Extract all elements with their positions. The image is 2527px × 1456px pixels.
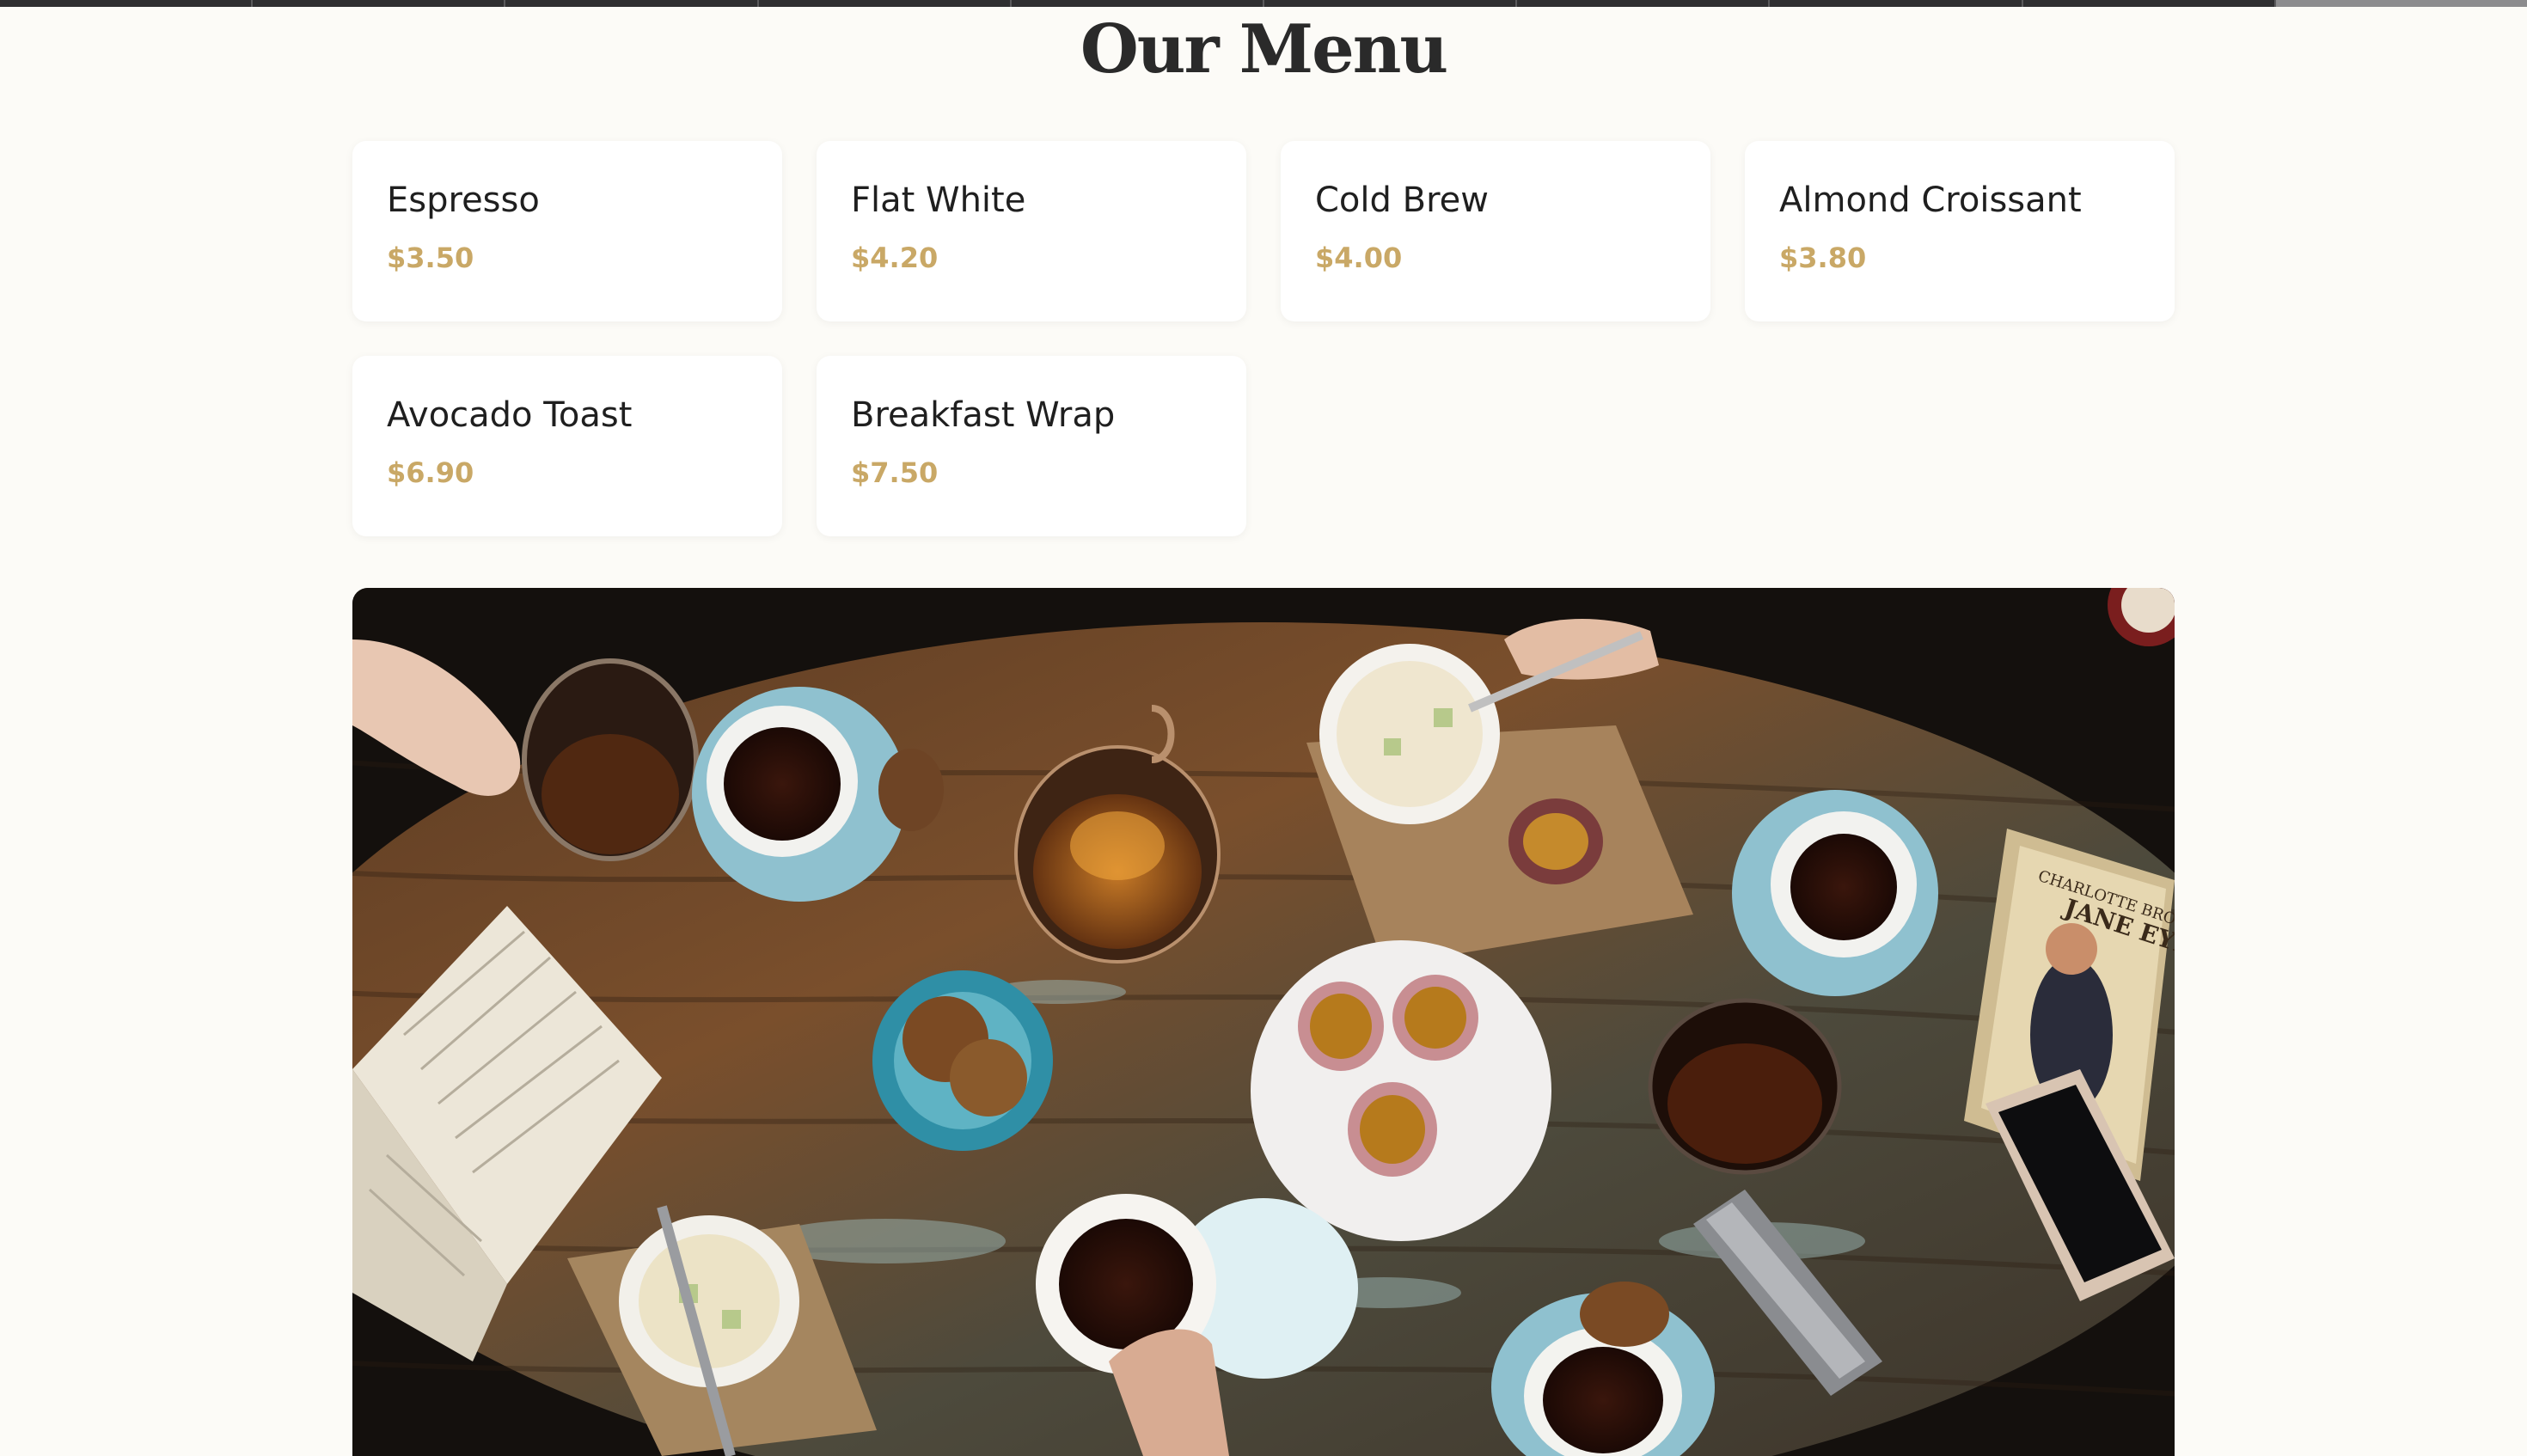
menu-item-price: $3.80 — [1779, 242, 1867, 274]
cookie-bowl — [872, 970, 1053, 1151]
menu-item-price: $7.50 — [851, 456, 939, 489]
tab-segment[interactable] — [1517, 0, 1771, 7]
glass-carafe — [522, 658, 699, 861]
passion-fruit-plate — [1251, 940, 1551, 1241]
tab-segment[interactable] — [505, 0, 759, 7]
tab-segment[interactable] — [1012, 0, 1265, 7]
menu-card-espresso[interactable]: Espresso $3.50 — [352, 141, 782, 321]
menu-grid: Espresso $3.50 Flat White $4.20 Cold Bre… — [352, 141, 2175, 536]
menu-item-price: $6.90 — [387, 456, 474, 489]
menu-item-name: Avocado Toast — [387, 395, 633, 435]
tea-pot — [1648, 998, 1842, 1175]
menu-item-name: Almond Croissant — [1779, 180, 2082, 220]
page-title: Our Menu — [1080, 10, 1448, 89]
tab-segment[interactable] — [759, 0, 1012, 7]
menu-item-price: $4.00 — [1315, 242, 1403, 274]
menu-card-avocado-toast[interactable]: Avocado Toast $6.90 — [352, 356, 782, 536]
menu-item-name: Flat White — [851, 180, 1026, 220]
menu-item-name: Cold Brew — [1315, 180, 1489, 220]
menu-item-price: $4.20 — [851, 242, 939, 274]
menu-item-price: $3.50 — [387, 242, 474, 274]
menu-card-breakfast-wrap[interactable]: Breakfast Wrap $7.50 — [817, 356, 1246, 536]
tab-segment[interactable] — [1770, 0, 2023, 7]
tab-segment[interactable] — [1264, 0, 1518, 7]
menu-card-almond-croissant[interactable]: Almond Croissant $3.80 — [1745, 141, 2175, 321]
cafe-table-photo: CHARLOTTE BRONTË JANE EYRE — [352, 588, 2175, 1456]
menu-item-name: Breakfast Wrap — [851, 395, 1116, 435]
menu-card-flat-white[interactable]: Flat White $4.20 — [817, 141, 1246, 321]
tab-segment[interactable] — [2023, 0, 2276, 7]
browser-tab-strip — [0, 0, 2527, 7]
menu-item-name: Espresso — [387, 180, 540, 220]
coffee-cup-right — [1732, 790, 1938, 996]
cafe-table-illustration: CHARLOTTE BRONTË JANE EYRE — [352, 588, 2175, 1456]
tab-segment[interactable] — [0, 0, 254, 7]
tab-segment[interactable] — [253, 0, 506, 7]
menu-card-cold-brew[interactable]: Cold Brew $4.00 — [1281, 141, 1710, 321]
tab-segment-active[interactable] — [2275, 0, 2527, 7]
